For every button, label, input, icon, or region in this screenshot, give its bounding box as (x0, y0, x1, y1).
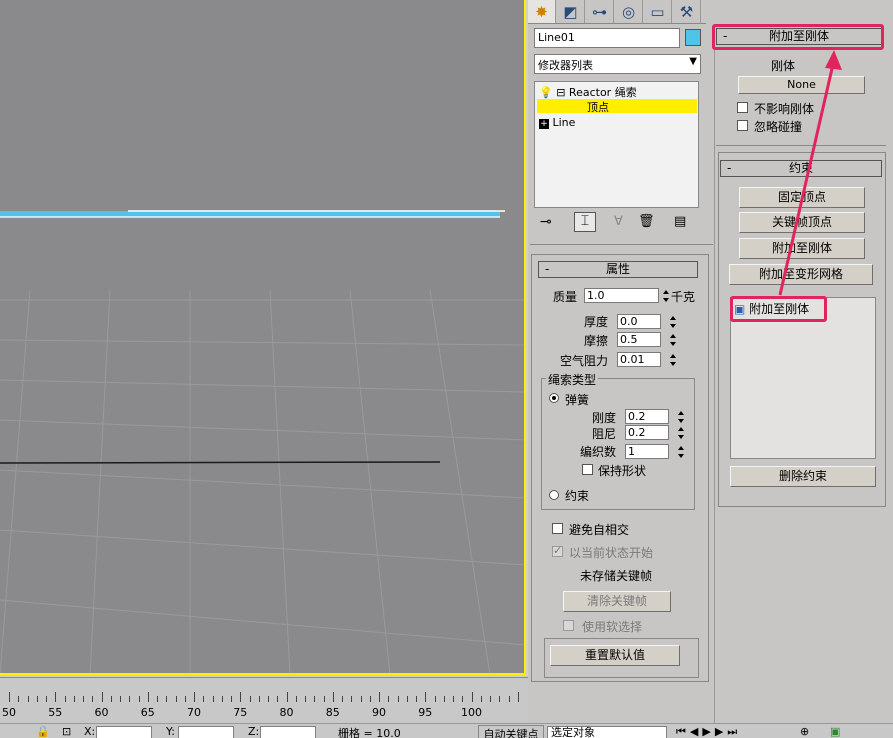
timeline-label: 50 (2, 706, 16, 719)
timeline-tick (286, 692, 288, 702)
timeline-tick (406, 696, 408, 702)
timeline-label: 100 (461, 706, 482, 719)
timeline-tick (129, 696, 131, 702)
auto-key-button[interactable]: 自动关键点 (478, 725, 544, 738)
timeline-label: 55 (48, 706, 63, 719)
timeline-tick (499, 696, 501, 702)
transform-mode-icon[interactable]: ⊡ (62, 725, 71, 738)
timeline-label: 85 (325, 706, 340, 719)
timeline-tick (212, 696, 214, 702)
timeline-tick (342, 696, 343, 702)
y-coord-label: Y: (166, 725, 175, 738)
timeline-tick (277, 696, 279, 702)
timeline-label: 80 (279, 706, 294, 719)
timeline-tick (83, 696, 84, 702)
timeline-tick (258, 696, 260, 702)
grid-size-label: 栅格 = 10.0 (338, 727, 401, 738)
timeline-tick (379, 692, 380, 702)
timeline-tick (101, 692, 103, 702)
timeline-tick (184, 696, 186, 702)
viewport[interactable] (0, 0, 526, 675)
timeline-tick (443, 696, 445, 702)
timeline-tick (416, 696, 417, 702)
command-panel: ✸ ◩ ⊶ ◎ ▭ ⚒ Line01 修改器列表 ▼ 💡 ⊟ Reactor 绳… (528, 0, 893, 723)
timeline-label: 70 (187, 706, 201, 719)
rope-line (0, 210, 505, 218)
time-config-icon[interactable]: ▣ (830, 725, 840, 738)
timeline-tick (434, 696, 436, 702)
timeline-tick (64, 696, 66, 702)
timeline-tick (360, 696, 362, 702)
timeline-tick (490, 696, 491, 702)
timeline-tick (425, 692, 427, 702)
timeline-tick (55, 692, 57, 702)
timeline-tick (397, 696, 399, 702)
timeline-tick (388, 696, 390, 702)
x-coord-field[interactable] (96, 726, 152, 738)
lock-icon[interactable]: 🔒 (36, 725, 50, 738)
timeline-tick (166, 696, 168, 702)
y-coord-field[interactable] (178, 726, 234, 738)
timeline-tick (221, 696, 223, 702)
key-mode-icon[interactable]: ⊕ (800, 725, 809, 738)
timeline-label: 95 (418, 706, 433, 719)
viewport-canvas (0, 210, 524, 673)
z-coord-field[interactable] (260, 726, 316, 738)
status-bar: 🔒 ⊡ X: Y: Z: 栅格 = 10.0 自动关键点 选定对象 ⏮◀▶▶⏭ … (0, 723, 893, 738)
timeline-tick (240, 692, 242, 702)
timeline-tick (462, 696, 464, 702)
timeline-tick (73, 696, 75, 702)
timeline-tick (295, 696, 297, 702)
timeline-tick (175, 696, 177, 702)
timeline-tick (231, 696, 232, 702)
timeline-tick (110, 696, 112, 702)
timeline-tick (46, 696, 47, 702)
ground-line (0, 461, 441, 464)
playback-controls-icon[interactable]: ⏮◀▶▶⏭ (676, 725, 741, 738)
timeline-tick (517, 692, 519, 702)
timeline-tick (314, 696, 316, 702)
z-coord-label: Z: (248, 725, 260, 738)
timeline-tick (323, 696, 325, 702)
timeline-tick (18, 696, 20, 702)
timeline-tick (471, 692, 473, 702)
timeline-tick (147, 692, 149, 702)
timeline-label: 90 (372, 706, 386, 719)
timeline-tick (157, 696, 158, 702)
timeline-label: 75 (233, 706, 248, 719)
timeline-tick (138, 696, 140, 702)
timeline-label: 60 (94, 706, 109, 719)
timeline-tick (249, 696, 251, 702)
timeline-tick (480, 696, 482, 702)
timeline-tick (92, 696, 94, 702)
timeline-tick (508, 696, 510, 702)
timeline-tick (9, 692, 10, 702)
timeline-tick (194, 692, 195, 702)
perspective-grid (0, 289, 524, 673)
x-coord-label: X: (84, 725, 96, 738)
timeline-tick (351, 696, 353, 702)
timeline-tick (453, 696, 454, 702)
timeline-tick (36, 696, 38, 702)
timeline-tick (332, 692, 334, 702)
timeline-label: 65 (140, 706, 155, 719)
timeline-tick (369, 696, 371, 702)
timeline-tick (27, 696, 29, 702)
timeline-tick (305, 696, 306, 702)
selection-filter-dropdown[interactable]: 选定对象 (547, 726, 667, 738)
timeline[interactable]: 50 55 60 65 70 75 80 85 90 95 100 (0, 677, 530, 723)
timeline-tick (203, 696, 205, 702)
timeline-tick (268, 696, 269, 702)
timeline-tick (120, 696, 121, 702)
annotation-arrow (778, 50, 842, 296)
